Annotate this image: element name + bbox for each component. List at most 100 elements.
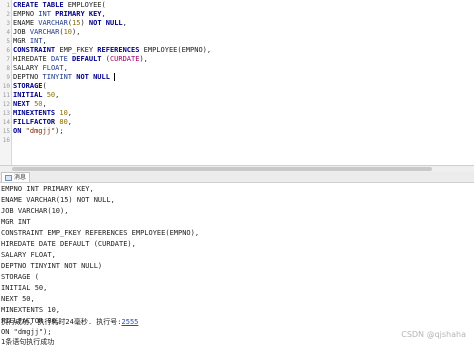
- code-token: );: [55, 127, 64, 135]
- message-line: STORAGE (: [1, 273, 39, 281]
- line-number: 7: [6, 56, 10, 63]
- code-token: DEFAULT: [72, 55, 106, 63]
- message-line: INITIAL 50,: [1, 284, 48, 292]
- line-number: 3: [6, 20, 10, 27]
- code-line[interactable]: SALARY FLOAT,: [13, 64, 68, 73]
- message-line: HIREDATE DATE DEFAULT (CURDATE),: [1, 240, 136, 248]
- code-token: MGR: [13, 37, 30, 45]
- code-token: INT: [29, 37, 43, 45]
- code-token: VARCHAR: [29, 28, 60, 36]
- line-number: 14: [2, 119, 10, 126]
- code-token: ON: [13, 127, 26, 135]
- code-token: 10: [63, 28, 73, 36]
- line-number: 4: [6, 29, 10, 36]
- code-token: ,: [122, 19, 127, 27]
- message-line: MGR INT: [1, 218, 31, 226]
- line-number: 9: [6, 74, 10, 81]
- code-line[interactable]: CONSTRAINT EMP_FKEY REFERENCES EMPLOYEE(…: [13, 46, 211, 55]
- code-token: (: [42, 82, 47, 90]
- code-token: 10: [59, 109, 68, 117]
- message-tab-icon: [5, 174, 12, 181]
- line-number-gutter: 1 2 3 4 5 6 7 8 9 10 11 12 13 14 15 16: [0, 0, 12, 165]
- code-token: ,: [63, 64, 68, 72]
- line-number: 5: [6, 38, 10, 45]
- tab-messages-label: 消息: [14, 174, 27, 181]
- message-line: DEPTNO TINYINT NOT NULL): [1, 262, 103, 270]
- code-token: NEXT: [13, 100, 35, 108]
- result-tab-bar: 消息: [0, 172, 474, 183]
- code-line[interactable]: INITIAL 50,: [13, 91, 59, 100]
- code-token: ,: [101, 10, 106, 18]
- watermark: CSDN @qjshaha: [401, 330, 466, 339]
- code-token: TINYINT: [42, 73, 77, 81]
- code-token: DATE: [50, 55, 73, 63]
- message-line: NEXT 50,: [1, 295, 35, 303]
- code-token: EMP_FKEY: [59, 46, 98, 54]
- line-number: 2: [6, 11, 10, 18]
- sql-editor[interactable]: 1 2 3 4 5 6 7 8 9 10 11 12 13 14 15 16 CREATE TABLE EMP…: [0, 0, 474, 165]
- code-token: NOT NULL: [88, 19, 123, 27]
- code-token: EMPLOYEE(EMPNO),: [143, 46, 212, 54]
- exec-number-link[interactable]: 2555: [122, 318, 139, 326]
- code-token: NOT NULL: [76, 73, 110, 81]
- line-number: 16: [2, 137, 10, 144]
- code-token: MINEXTENTS: [13, 109, 60, 117]
- exec-result-line: 执行成功, 执行耗时24毫秒. 执行号:2555: [1, 317, 138, 328]
- code-token: INT: [38, 10, 56, 18]
- code-token: 50: [34, 100, 43, 108]
- line-number: 13: [2, 110, 10, 117]
- code-token: ENAME: [13, 19, 39, 27]
- code-token: EMPLOYEE: [67, 1, 102, 9]
- line-number: 6: [6, 47, 10, 54]
- code-line[interactable]: EMPNO INT PRIMARY KEY,: [13, 10, 106, 19]
- code-token: ,: [67, 109, 73, 117]
- code-token: STORAGE: [13, 82, 43, 90]
- code-token: CONSTRAINT: [13, 46, 60, 54]
- message-line: MINEXTENTS 10,: [1, 306, 61, 314]
- code-line[interactable]: STORAGE(: [13, 82, 47, 91]
- line-number: 12: [2, 101, 10, 108]
- code-token: DEPTNO: [13, 73, 43, 81]
- code-token: (: [101, 1, 106, 9]
- code-line[interactable]: MINEXTENTS 10,: [13, 109, 72, 118]
- code-line[interactable]: JOB VARCHAR(10),: [13, 28, 80, 37]
- tab-messages[interactable]: 消息: [1, 172, 31, 182]
- code-token: HIREDATE: [13, 55, 51, 63]
- scrollbar-thumb[interactable]: [12, 167, 432, 171]
- line-number: 15: [2, 128, 10, 135]
- message-line: EMPNO INT PRIMARY KEY,: [1, 185, 94, 193]
- code-line[interactable]: ENAME VARCHAR(15) NOT NULL,: [13, 19, 127, 28]
- code-token: ): [80, 19, 89, 27]
- code-line[interactable]: FILLFACTOR 80,: [13, 118, 72, 127]
- code-line[interactable]: ON "dmgjj");: [13, 127, 64, 136]
- code-token: PRIMARY KEY: [55, 10, 102, 18]
- code-token: JOB: [13, 28, 30, 36]
- text-cursor: [114, 73, 115, 81]
- code-token: EMPNO: [13, 10, 39, 18]
- code-token: ,: [42, 100, 47, 108]
- code-line[interactable]: MGR INT,: [13, 37, 47, 46]
- code-line[interactable]: HIREDATE DATE DEFAULT (CURDATE),: [13, 55, 148, 64]
- code-token: ,: [55, 91, 60, 99]
- code-token: "dmgjj": [25, 127, 56, 135]
- code-token: CURDATE: [109, 55, 140, 63]
- code-token: ,: [67, 118, 73, 126]
- code-token: SALARY: [13, 64, 43, 72]
- code-token: FILLFACTOR: [13, 118, 60, 126]
- code-line[interactable]: DEPTNO TINYINT NOT NULL: [13, 73, 110, 82]
- code-token: ),: [72, 28, 81, 36]
- code-line[interactable]: CREATE TABLE EMPLOYEE(: [13, 1, 106, 10]
- line-number: 1: [6, 2, 10, 9]
- code-token: REFERENCES: [97, 46, 144, 54]
- code-token: 50: [46, 91, 56, 99]
- code-token: INITIAL: [13, 91, 47, 99]
- code-line[interactable]: NEXT 50,: [13, 100, 47, 109]
- exec-summary-line: 1条语句执行成功: [1, 338, 55, 346]
- message-line: CONSTRAINT EMP_FKEY REFERENCES EMPLOYEE(…: [1, 229, 200, 237]
- message-line: ENAME VARCHAR(15) NOT NULL,: [1, 196, 115, 204]
- code-token: 80: [59, 118, 68, 126]
- line-number: 10: [2, 83, 10, 90]
- code-token: VARCHAR: [38, 19, 68, 27]
- code-token: ,: [42, 37, 47, 45]
- code-token: CREATE TABLE: [13, 1, 68, 9]
